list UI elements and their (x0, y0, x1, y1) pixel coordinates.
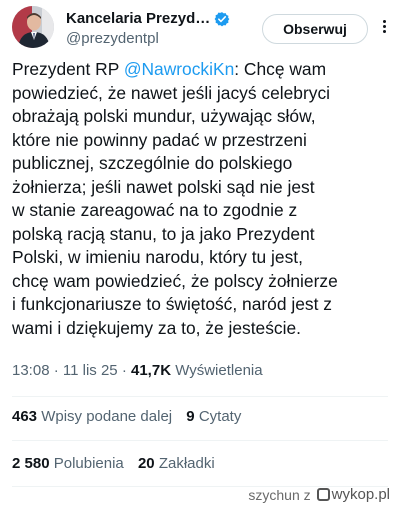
quotes-stat[interactable]: 9 Cytaty (186, 408, 241, 425)
profile-photo-icon (12, 6, 54, 48)
likes-count: 2 580 (12, 455, 50, 472)
mention-link[interactable]: @NawrockiKn (124, 59, 234, 79)
divider (12, 440, 388, 441)
likes-stat[interactable]: 2 580 Polubienia (12, 455, 124, 472)
tweet-line: które nie powinny padać w przestrzeni (12, 129, 307, 150)
views-label: Wyświetlenia (175, 362, 263, 379)
name-row: Kancelaria Prezyd… (66, 10, 230, 27)
tweet-text: Prezydent RP @NawrockiKn: Chcę wam powie… (12, 58, 396, 340)
verified-badge-icon (214, 11, 230, 26)
divider (12, 396, 388, 397)
wykop-logo-icon (316, 488, 330, 501)
watermark: szychun z wykop.pl (248, 486, 390, 503)
meta-separator: · (117, 362, 131, 379)
tweet-line: w stanie zareagować na to zgodnie z (12, 200, 298, 220)
tweet-date[interactable]: 11 lis 25 (63, 362, 118, 379)
tweet-line: chcę wam powiedzieć, że polscy żołnierze (12, 270, 338, 291)
watermark-z: z (303, 486, 311, 503)
likes-label: Polubienia (53, 455, 124, 472)
bookmarks-stat[interactable]: 20 Zakładki (138, 455, 215, 472)
watermark-username: szychun (248, 486, 300, 503)
tweet-line: Prezydent RP @NawrockiKn: Chcę wam (12, 58, 396, 82)
quotes-label: Cytaty (198, 408, 242, 425)
follow-button[interactable]: Obserwuj (262, 14, 368, 44)
watermark-user: szychun z (248, 487, 310, 503)
tweet-line: i funkcjonariusze to świętość, naród jes… (12, 294, 332, 314)
tweet-line: wami i dziękujemy za to, że jesteście. (12, 317, 301, 338)
wykop-logo: wykop.pl (316, 486, 390, 503)
tweet-line: obrażają polski mundur, używając słów, (12, 106, 316, 126)
bookmarks-count: 20 (137, 455, 155, 472)
tweet-header: Kancelaria Prezyd… @prezydentpl Obserwuj (12, 6, 388, 50)
avatar[interactable] (12, 6, 54, 48)
tweet-line-suffix: : Chcę wam (234, 59, 327, 79)
tweet-line-prefix: Prezydent RP (12, 59, 124, 79)
engagement-row: 463 Wpisy podane dalej 9 Cytaty (12, 408, 241, 425)
engagement-row: 2 580 Polubienia 20 Zakładki (12, 455, 215, 472)
tweet-line: Polski, w imieniu narodu, który tu jest, (12, 247, 303, 267)
reposts-stat[interactable]: 463 Wpisy podane dalej (12, 408, 172, 425)
more-options-icon[interactable] (377, 18, 391, 38)
quotes-count: 9 (186, 408, 195, 425)
handle[interactable]: @prezydentpl (66, 30, 159, 47)
bookmarks-label: Zakładki (158, 455, 215, 472)
tweet-time[interactable]: 13:08 (12, 362, 50, 379)
views-count: 41,7K (131, 362, 172, 379)
meta-separator: · (49, 362, 63, 379)
tweet-line: polską racją stanu, to ja jako Prezydent (12, 223, 315, 244)
reposts-count: 463 (12, 408, 38, 425)
reposts-label: Wpisy podane dalej (41, 408, 173, 425)
tweet-line: żołnierza; jeśli nawet polski sąd nie je… (12, 176, 315, 197)
watermark-site: wykop.pl (331, 486, 390, 503)
tweet-line: powiedzieć, że nawet jeśli jacyś celebry… (12, 82, 330, 103)
tweet-line: publicznej, szczególnie do polskiego (12, 153, 293, 173)
display-name[interactable]: Kancelaria Prezyd… (66, 10, 210, 27)
tweet-meta: 13:08 · 11 lis 25 · 41,7K Wyświetlenia (12, 362, 263, 379)
